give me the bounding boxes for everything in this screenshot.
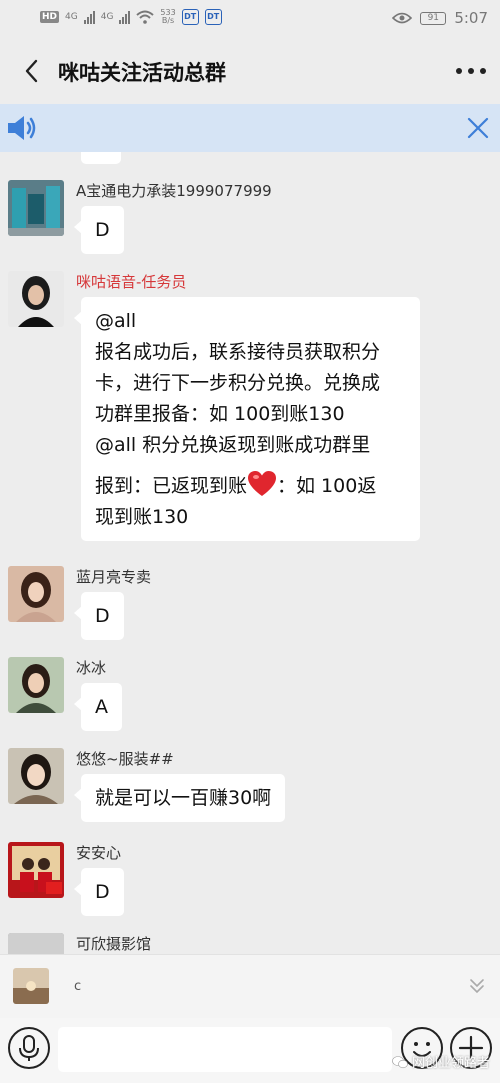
message-item: 悠悠~服装## 就是可以一百赚30啊: [8, 748, 492, 828]
avatar[interactable]: [8, 566, 64, 622]
watermark-text: 网创业领路者: [411, 1056, 490, 1071]
message-line: @all 积分兑换返现到账成功群里: [95, 434, 371, 456]
message-line: @all: [95, 310, 137, 332]
sender-name: 悠悠~服装##: [76, 750, 174, 768]
previous-bubble-tail: [81, 152, 121, 164]
message-item: 咪咕语音-任务员 @all 报名成功后，联系接待员获取积分 卡，进行下一步积分兑…: [8, 271, 492, 556]
chat-header: 咪咕关注活动总群: [0, 38, 500, 104]
more-options-icon[interactable]: [454, 58, 488, 84]
sender-name: 咪咕语音-任务员: [76, 273, 187, 291]
message-bubble[interactable]: D: [74, 206, 124, 254]
app-notification-icon: DT: [181, 9, 199, 25]
quoted-message-preview[interactable]: c: [0, 954, 500, 1018]
message-line: 现到账130: [95, 506, 189, 528]
message-item: 安安心 D: [8, 842, 492, 922]
wechat-logo-icon: [392, 1055, 408, 1068]
message-item: 蓝月亮专卖 D: [8, 566, 492, 646]
message-bubble[interactable]: D: [74, 868, 124, 916]
close-icon[interactable]: [466, 116, 490, 140]
message-item: 可欣摄影馆: [8, 933, 492, 954]
battery-icon: 91: [420, 11, 447, 25]
eye-icon: [392, 12, 413, 24]
app-notification-icon-2: DT: [204, 9, 222, 25]
microphone-icon: [19, 1035, 39, 1061]
sender-name: 可欣摄影馆: [76, 935, 152, 953]
message-bubble[interactable]: @all 报名成功后，联系接待员获取积分 卡，进行下一步积分兑换。兑换成 功群里…: [74, 297, 420, 541]
sim2-label: 4G: [100, 12, 114, 22]
message-line: 卡，进行下一步积分兑换。兑换成: [95, 372, 381, 394]
sender-name: A宝通电力承装1999077999: [76, 182, 272, 200]
message-list[interactable]: A宝通电力承装1999077999 D 咪咕语音-任务员 @all 报名成功后，…: [0, 152, 500, 954]
avatar: [13, 968, 49, 1004]
announcement-bar[interactable]: [0, 104, 500, 152]
clock: 5:07: [454, 9, 488, 27]
watermark: 网创业领路者: [392, 1052, 490, 1071]
heart-emoji-icon: [248, 471, 277, 496]
chat-title: 咪咕关注活动总群: [58, 61, 226, 85]
signal-1-icon: [83, 10, 95, 24]
avatar[interactable]: [8, 748, 64, 804]
sim1-label: 4G: [65, 12, 78, 22]
status-bar: HD 4G 4G 533 B/s DT DT 91 5:07: [0, 0, 500, 38]
message-bubble[interactable]: A: [74, 683, 122, 731]
avatar[interactable]: [8, 657, 64, 713]
sender-name: 蓝月亮专卖: [76, 568, 152, 586]
hd-badge: HD: [40, 11, 60, 23]
message-item: A宝通电力承装1999077999 D: [8, 180, 492, 260]
speaker-icon: [8, 116, 36, 140]
message-item: 冰冰 A: [8, 657, 492, 737]
sender-name: 冰冰: [76, 659, 107, 677]
message-line: 功群里报备：如 100到账130: [95, 403, 345, 425]
avatar[interactable]: [8, 180, 64, 236]
message-line: 报名成功后，联系接待员获取积分: [95, 341, 381, 363]
message-bubble[interactable]: 就是可以一百赚30啊: [73, 774, 286, 822]
message-bubble[interactable]: D: [74, 592, 124, 640]
net-speed: 533 B/s: [160, 8, 176, 25]
voice-input-button[interactable]: [8, 1027, 50, 1069]
signal-2-icon: [119, 10, 131, 24]
message-input[interactable]: [58, 1027, 392, 1072]
quoted-text: c: [74, 979, 82, 994]
message-line: 报到：已返现到账 ：如 100返: [95, 470, 406, 502]
avatar[interactable]: [8, 842, 64, 898]
back-icon[interactable]: [18, 54, 48, 88]
wifi-icon: [136, 10, 155, 24]
input-bar: [0, 1018, 500, 1083]
avatar[interactable]: [8, 271, 64, 327]
chevron-down-icon[interactable]: [468, 977, 486, 995]
avatar[interactable]: [8, 933, 64, 954]
sender-name: 安安心: [76, 844, 122, 862]
